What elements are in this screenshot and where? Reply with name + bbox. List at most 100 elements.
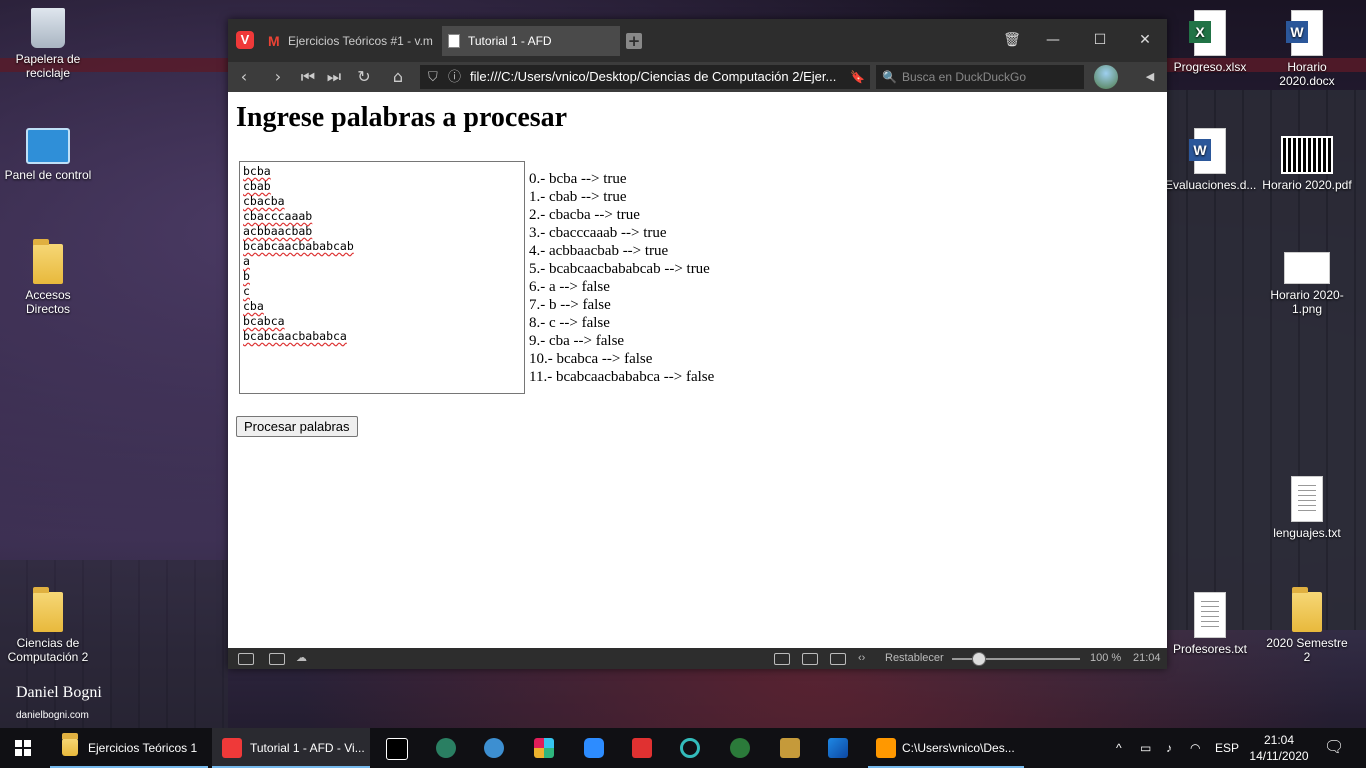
textarea-line: bcabcaacbababcab [243,239,354,253]
desktop-icon-label: Ciencias de Computación 2 [7,636,89,664]
result-line: 8.- c --> false [529,315,610,331]
watermark-name: Daniel Bogni [16,684,102,701]
back-button[interactable]: ‹ [232,66,256,88]
zoom-level: 100 % [1090,652,1122,664]
home-button[interactable]: ⌂ [386,66,410,88]
camera-icon[interactable] [774,653,790,665]
desktop-icon-ciencias[interactable]: Ciencias de Computación 2 [3,587,93,664]
address-text: file:///C:/Users/vnico/Desktop/Ciencias … [470,69,837,84]
hs-icon[interactable] [730,738,750,758]
desktop-icon-control-panel[interactable]: Panel de control [3,128,93,182]
close-button[interactable]: ✕ [1132,29,1158,51]
panel-toggle-icon[interactable]: ◀ [1138,66,1162,88]
app-ring-icon[interactable] [680,738,700,758]
notification-icon[interactable]: 🗨 [1324,728,1344,768]
taskbar-item-label: C:\Users\vnico\Des... [902,741,1015,755]
textarea-line: bcabca [243,314,285,328]
search-input[interactable]: 🔍 Busca en DuckDuckGo [876,65,1084,89]
textarea-line: bcba [243,164,271,178]
desktop-icon-horario-docx[interactable]: W Horario 2020.docx [1262,10,1352,88]
rewind-button[interactable]: ⏮ [296,66,320,88]
textarea-line: bcabcaacbababca [243,329,347,343]
forward-button[interactable]: › [266,66,290,88]
address-input[interactable]: ⛉ ⓘ file:///C:/Users/vnico/Desktop/Cienc… [420,65,870,89]
cloud-icon[interactable]: ☁ [296,648,307,669]
status-clock: 21:04 [1133,652,1161,664]
tab-label: Tutorial 1 - AFD [468,34,552,48]
start-windows-icon[interactable] [15,740,31,756]
chevron-up-icon[interactable]: ^ [1116,728,1122,768]
taskbar-item-vivaldi[interactable]: Tutorial 1 - AFD - Vi... [212,728,370,768]
panel-icon[interactable] [238,653,254,665]
result-line: 5.- bcabcaacbababcab --> true [529,261,710,277]
language-indicator[interactable]: ESP [1215,728,1239,768]
taskbar-item-label: Ejercicios Teóricos 1 [88,741,198,755]
volume-icon[interactable]: ♪ [1166,728,1172,768]
page-action-icon[interactable] [802,653,818,665]
new-tab-button[interactable]: + [626,33,642,49]
watermark-url: danielbogni.com [16,710,89,721]
taskbar-item-sublime[interactable]: C:\Users\vnico\Des... [868,728,1024,768]
download-icon[interactable] [632,738,652,758]
profile-avatar[interactable] [1094,65,1118,89]
bookmark-icon[interactable]: 🔖 [850,70,865,84]
fast-forward-button[interactable]: ⏭ [322,66,346,88]
zoom-slider-knob[interactable] [971,652,986,666]
text-file-icon [1291,476,1323,522]
wifi-icon[interactable]: ◠ [1190,728,1200,768]
words-textarea[interactable]: bcba cbab cbacba cbacccaaab acbbaacbab bcabca… [239,161,525,394]
desktop-icon-lenguajes[interactable]: lenguajes.txt [1262,476,1352,540]
desktop-icon-label: Progreso.xlsx [1173,60,1247,74]
reset-zoom-label[interactable]: Restablecer [885,648,944,669]
pdf-file-icon [1281,136,1333,174]
taskbar-item-label: Tutorial 1 - AFD - Vi... [250,741,365,755]
zoom-icon[interactable] [584,738,604,758]
slack-icon[interactable] [534,738,554,758]
vivaldi-menu-button[interactable]: V [236,31,254,49]
app-icon[interactable] [484,738,504,758]
battery-icon[interactable]: ▭ [1140,728,1151,768]
desktop-icon-horario-pdf[interactable]: Horario 2020.pdf [1262,136,1352,192]
tile-icon[interactable] [269,653,285,665]
minimize-button[interactable]: — [1040,29,1066,51]
trash-icon[interactable]: 🗑 [999,29,1025,51]
result-line: 2.- cbacba --> true [529,207,640,223]
maximize-button[interactable]: ☐ [1087,29,1113,51]
clock[interactable]: 21:04 14/11/2020 [1246,732,1312,764]
image-icon[interactable] [830,653,846,665]
textarea-line: cbab [243,179,271,193]
browser-window: V M Ejercicios Teóricos #1 - v.m Tutoria… [228,19,1167,669]
desktop-icon-label: Horario 2020-1.png [1270,288,1344,316]
tab-gmail[interactable]: M Ejercicios Teóricos #1 - v.m [262,26,438,56]
desktop-icon-evaluaciones[interactable]: W Evaluaciones.d... [1165,128,1256,192]
result-line: 6.- a --> false [529,279,610,295]
wireshark-icon[interactable] [828,738,848,758]
desktop-icon-progreso[interactable]: X Progreso.xlsx [1165,10,1255,74]
desktop-icon-label: Horario 2020.docx [1279,60,1335,88]
control-panel-icon [26,128,70,164]
taskbar-item-explorer[interactable]: Ejercicios Teóricos 1 [50,728,208,768]
desktop-icon-label: Horario 2020.pdf [1262,178,1352,192]
document-icon [448,34,460,48]
textarea-line: cbacccaaab [243,209,313,223]
desktop-icon-horario-png[interactable]: Horario 2020-1.png [1262,252,1352,316]
result-line: 9.- cba --> false [529,333,625,349]
result-line: 3.- cbacccaaab --> true [529,225,667,241]
result-line: 11.- bcabcaacbababca --> false [529,369,715,385]
info-icon: ⓘ [448,69,462,84]
gitkraken-icon[interactable] [436,738,456,758]
process-words-button[interactable]: Procesar palabras [236,416,358,437]
intellij-icon[interactable] [386,738,408,760]
code-icon[interactable]: ‹› [858,648,865,669]
gmail-icon: M [268,33,280,49]
archive-icon[interactable] [780,738,800,758]
desktop-icon-accesos-directos[interactable]: Accesos Directos [3,239,93,316]
desktop-icon-label: Accesos Directos [25,288,71,316]
desktop-icon-semestre[interactable]: 2020 Semestre 2 [1262,587,1352,664]
result-line: 0.- bcba --> true [529,171,627,187]
desktop-icon-recycle-bin[interactable]: Papelera de reciclaje [3,8,93,80]
tab-tutorial[interactable]: Tutorial 1 - AFD [442,26,620,56]
reload-button[interactable]: ↻ [352,66,376,88]
word-file-icon: W [1286,10,1323,56]
desktop-icon-profesores[interactable]: Profesores.txt [1165,592,1255,656]
